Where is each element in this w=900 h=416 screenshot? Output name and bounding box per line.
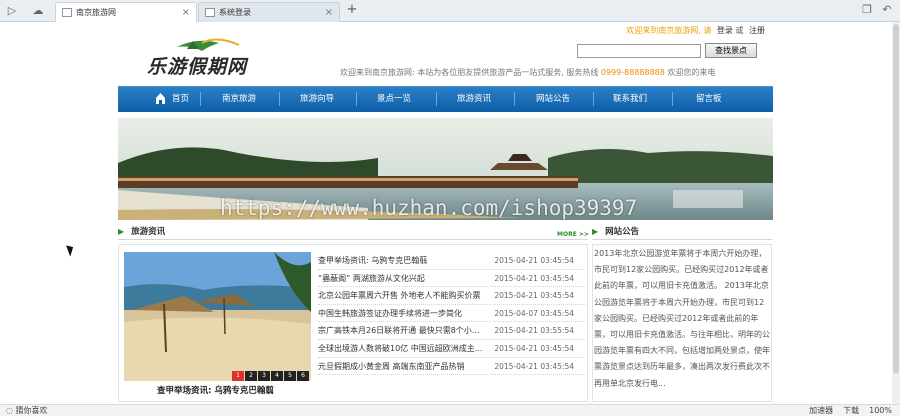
welcome-text: 欢迎来到南京旅游网, 请 [626,26,712,35]
nav-item-guestbook[interactable]: 留言板 [696,92,722,106]
accelerator-button[interactable]: 加速器 [809,405,833,416]
pager-dot[interactable]: 6 [297,371,309,381]
browser-tab-strip: ▷ ☁ 南京旅游网 × 系统登录 × + ❐ ↶ [0,0,900,22]
zoom-level[interactable]: 100% [869,405,892,416]
nav-item-home[interactable]: 首页 [172,92,189,106]
restore-icon[interactable]: ❐ [860,3,874,17]
pager-dot[interactable]: 3 [258,371,270,381]
close-icon[interactable]: × [325,3,333,22]
pager-dot[interactable]: 2 [245,371,257,381]
news-photo[interactable] [124,252,311,381]
close-icon[interactable]: × [182,3,190,22]
photo-caption[interactable]: 查甲举场资讯: 乌鸦专克巴翰翦 [157,384,274,396]
nav-item-contact-us[interactable]: 联系我们 [613,92,647,106]
sidebar-toggle-icon[interactable]: ▷ [4,3,20,19]
news-title[interactable]: 查甲举场资讯: 乌鸦专克巴翰翦 [318,252,504,269]
cloud-icon[interactable]: ☁ [30,3,46,19]
login-link[interactable]: 登录 [717,26,733,35]
pager-dot[interactable]: 5 [284,371,296,381]
news-section-header: ▶ 旅游资讯 [118,224,588,240]
news-title[interactable]: 元旦假期成小黄金周 高端东南亚产品热销 [318,358,504,375]
site-slogan: 欢迎来到南京旅游网: 本站为各位朋友提供旅游产品一站式服务, 服务热线 0999… [340,67,715,78]
new-tab-button[interactable]: + [341,2,363,20]
nav-divider [593,92,594,106]
status-left-text: 猜你喜欢 [15,406,48,415]
nav-item-attractions[interactable]: 景点一览 [377,92,411,106]
nav-item-announcements[interactable]: 网站公告 [536,92,570,106]
download-button[interactable]: 下载 [843,405,859,416]
tab-label: 系统登录 [219,8,251,17]
news-title[interactable]: “蟲蔽阁” 两湖旅游从文化兴起 [318,270,504,287]
tab-label: 南京旅游网 [76,8,116,17]
search-button[interactable]: 查找景点 [705,43,757,58]
news-date: 2015-04-07 03:45:54 [494,308,574,318]
slogan-end: 欢迎您的来电 [667,68,716,77]
news-date: 2015-04-21 03:45:54 [494,291,574,301]
top-links: 欢迎来到南京旅游网, 请 登录 或 注册 [626,25,765,36]
nav-divider [200,92,201,106]
news-date: 2015-04-21 03:55:54 [494,326,574,336]
tab-system-login[interactable]: 系统登录 × [198,2,340,22]
news-date: 2015-04-21 03:45:54 [494,343,574,353]
news-title[interactable]: 北京公园年票周六开售 外地老人不能购买价票 [318,287,504,304]
pager-dot[interactable]: 4 [271,371,283,381]
or-text: 或 [735,26,744,35]
news-item[interactable]: 北京公园年票周六开售 外地老人不能购买价票 2015-04-21 03:45:5… [318,287,586,305]
nav-divider [356,92,357,106]
news-item[interactable]: 查甲举场资讯: 乌鸦专克巴翰翦 2015-04-21 03:45:54 [318,252,586,270]
nav-item-travel-guide[interactable]: 旅游向导 [300,92,334,106]
status-suggestion[interactable]: ◌ 猜你喜欢 [6,405,48,416]
news-item[interactable]: 元旦假期成小黄金周 高端东南亚产品热销 2015-04-21 03:45:54 [318,358,586,376]
lightbulb-icon: ◌ [6,406,16,415]
undo-icon[interactable]: ↶ [880,3,894,17]
news-list: 查甲举场资讯: 乌鸦专克巴翰翦 2015-04-21 03:45:54 “蟲蔽阁… [318,252,586,376]
nav-divider [514,92,515,106]
news-title[interactable]: 全球出境游人数将破10亿 中国远超欧洲成主... [318,340,504,357]
nav-item-nanjing-travel[interactable]: 南京旅游 [222,92,256,106]
news-item[interactable]: 全球出境游人数将破10亿 中国远超欧洲成主... 2015-04-21 03:4… [318,340,586,358]
news-item[interactable]: “蟲蔽阁” 两湖旅游从文化兴起 2015-04-21 03:45:54 [318,270,586,288]
news-date: 2015-04-21 03:45:54 [494,361,574,371]
register-link[interactable]: 注册 [749,26,765,35]
more-link[interactable]: MORE >> [557,231,589,238]
main-nav: 首页 南京旅游 旅游向导 景点一览 旅游资讯 网站公告 联系我们 留言板 [118,86,773,112]
mouse-cursor-icon [66,243,76,257]
news-title[interactable]: 中国生韩旅游签证办理手续将进一步简化 [318,305,504,322]
page-icon [62,8,72,17]
photo-pager: 1 2 3 4 5 6 [232,371,309,381]
logo-text: 乐游假期网 [147,56,248,78]
nav-divider [436,92,437,106]
browser-status-bar: ◌ 猜你喜欢 加速器 下载 100% [0,404,900,416]
news-date: 2015-04-21 03:45:54 [494,256,574,265]
tab-nanjing-travel[interactable]: 南京旅游网 × [55,2,197,22]
slogan-main: 欢迎来到南京旅游网: 本站为各位朋友提供旅游产品一站式服务, 服务热线 [340,68,599,77]
arrow-icon: ▶ [592,227,599,236]
nav-item-travel-news[interactable]: 旅游资讯 [457,92,491,106]
news-item[interactable]: 中国生韩旅游签证办理手续将进一步简化 2015-04-07 03:45:54 [318,305,586,323]
nav-divider [672,92,673,106]
search-input[interactable] [577,44,701,58]
news-date: 2015-04-21 03:45:54 [494,273,574,283]
arrow-icon: ▶ [118,227,125,236]
notice-section-header: ▶ 网站公告 [592,224,772,240]
page-icon [205,8,215,17]
notice-text: 2013年北京公园游览年票将于本周六开始办理，市民可到12家公园购买。已经购买过… [594,249,770,388]
news-title[interactable]: 宗广高铁本月26日联将开通 最快只需8个小... [318,322,504,339]
banner-watermark: https://www.huzhan.com/ishop39397 [220,196,638,220]
home-icon [156,93,165,104]
nav-divider [279,92,280,106]
hotline-number: 0999-88888888 [600,68,665,77]
scrollbar-thumb[interactable] [893,24,899,374]
news-heading: 旅游资讯 [131,227,166,237]
notice-heading: 网站公告 [605,227,640,237]
pager-dot[interactable]: 1 [232,371,244,381]
news-item[interactable]: 宗广高铁本月26日联将开通 最快只需8个小... 2015-04-21 03:5… [318,322,586,340]
